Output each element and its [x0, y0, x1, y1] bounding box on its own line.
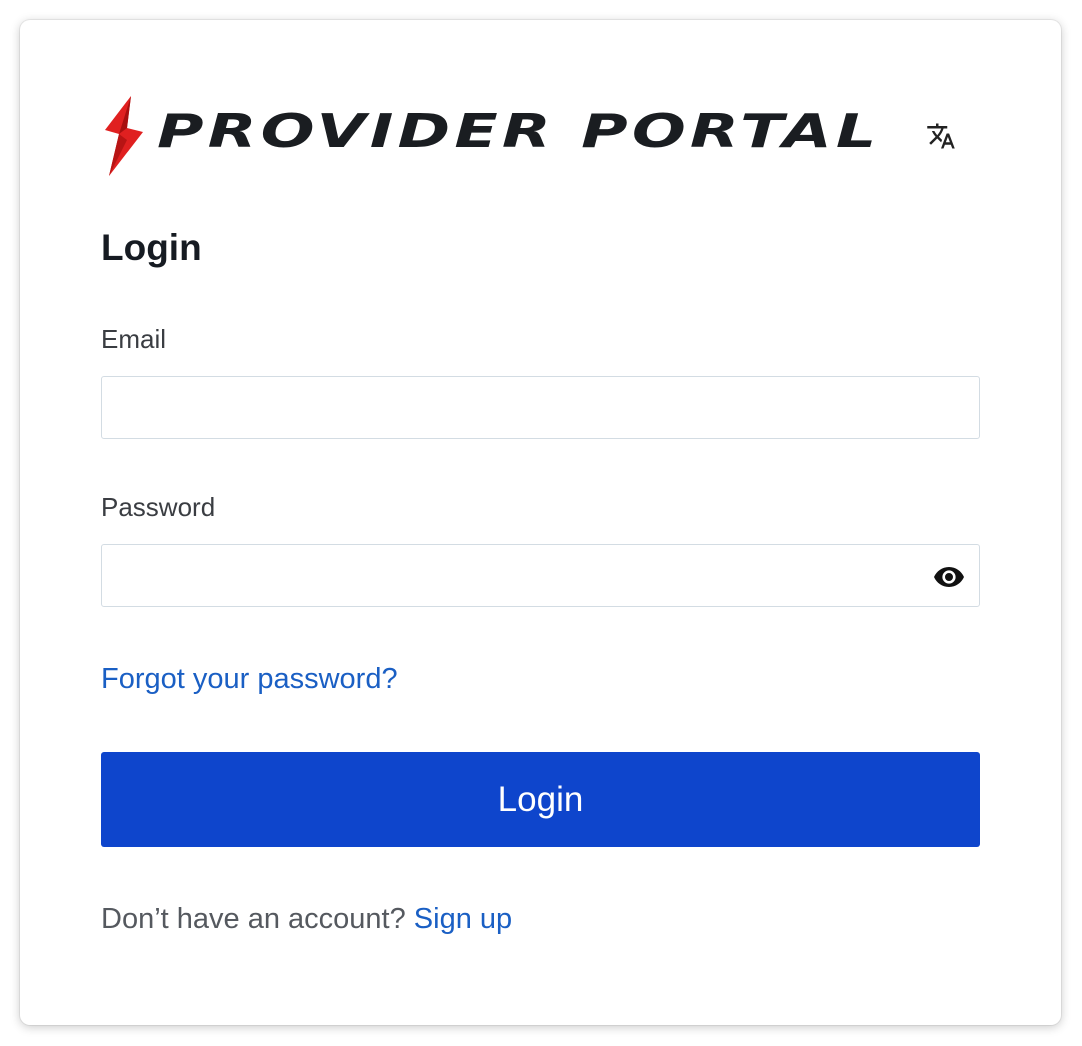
email-field[interactable]	[101, 376, 980, 439]
signup-prompt: Don’t have an account? Sign up	[101, 902, 512, 937]
provider-portal-logo: PROVIDER PORTAL	[101, 96, 876, 178]
login-button[interactable]: Login	[101, 752, 980, 847]
email-label: Email	[101, 324, 167, 354]
signup-link[interactable]: Sign up	[414, 903, 512, 935]
password-field[interactable]	[101, 544, 980, 607]
signup-prompt-text: Don’t have an account?	[101, 903, 406, 935]
password-label: Password	[101, 492, 216, 522]
page-title: Login	[101, 227, 202, 268]
eye-icon	[934, 567, 964, 587]
login-card: PROVIDER PORTAL Login Email Password For…	[20, 20, 1061, 1025]
lightning-bolt-icon	[105, 96, 143, 176]
forgot-password-link[interactable]: Forgot your password?	[101, 662, 398, 697]
logo-wordmark: PROVIDER PORTAL	[157, 104, 881, 158]
show-password-toggle[interactable]	[932, 565, 966, 589]
translate-icon	[927, 123, 955, 149]
language-switch-button[interactable]	[923, 120, 959, 152]
